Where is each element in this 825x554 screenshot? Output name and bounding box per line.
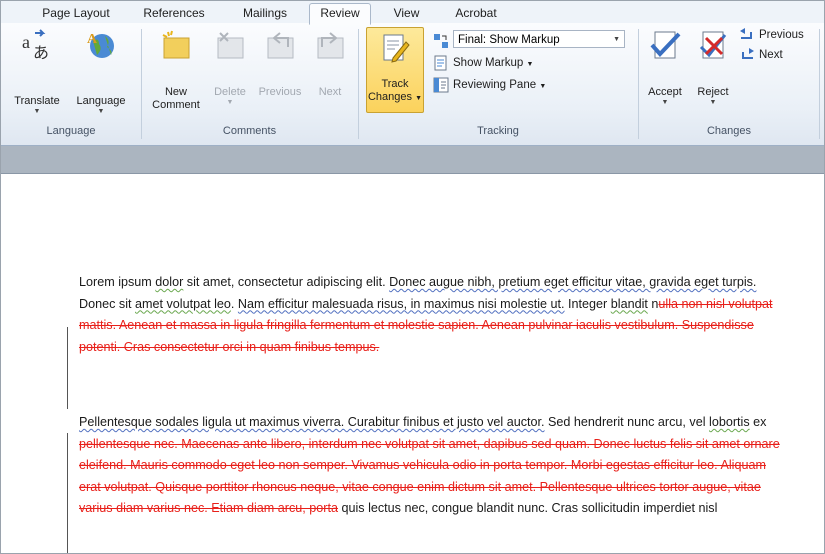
next-change-button[interactable]: Next: [739, 45, 783, 65]
new-comment-label-1: New: [164, 86, 187, 98]
display-for-review-select[interactable]: Final: Show Markup ▼: [453, 30, 625, 48]
text-run: Integer: [564, 296, 611, 311]
dropdown-arrow-icon: ▼: [33, 108, 41, 115]
track-changes-label-2-text: Changes: [367, 91, 413, 103]
tab-acrobat[interactable]: Acrobat: [441, 4, 511, 23]
track-changes-label-2: Changes ▼: [367, 91, 423, 105]
accept-check-icon: [649, 29, 681, 61]
reject-label: Reject: [697, 86, 729, 98]
next-comment-icon: [314, 29, 346, 61]
dropdown-arrow-icon: ▼: [226, 99, 234, 106]
display-for-review-icon: [433, 33, 449, 49]
text-run: dolor: [155, 275, 184, 289]
svg-text:A: A: [87, 32, 98, 47]
accept-label: Accept: [648, 86, 682, 98]
comments-group-label: Comments: [222, 125, 277, 137]
paragraph-1: Lorem ipsum dolor sit amet, consectetur …: [79, 272, 789, 358]
next-change-label: Next: [759, 49, 783, 61]
tracking-group-label: Tracking: [477, 125, 519, 137]
previous-change-button[interactable]: Previous: [739, 25, 804, 45]
new-comment-button[interactable]: New Comment: [150, 29, 202, 112]
track-changes-label-1: Track: [381, 78, 409, 90]
language-label: Language: [76, 95, 126, 107]
previous-change-label: Previous: [759, 29, 804, 41]
text-run: blandit: [610, 296, 648, 311]
track-changes-icon: [379, 32, 411, 64]
translate-icon: a あ: [21, 29, 53, 62]
reviewing-pane-label: Reviewing Pane: [453, 79, 537, 91]
text-run: Donec sit: [79, 296, 135, 311]
paragraph-2: Pellentesque sodales ligula ut maximus v…: [79, 412, 789, 520]
group-separator: [819, 29, 820, 139]
tab-review[interactable]: Review: [309, 3, 371, 25]
svg-text:a: a: [22, 32, 30, 52]
document-page[interactable]: Lorem ipsum dolor sit amet, consectetur …: [1, 173, 824, 553]
text-run: n: [647, 296, 659, 311]
changes-group-label: Changes: [706, 125, 752, 137]
next-comment-label: Next: [318, 86, 342, 98]
new-comment-label-2: Comment: [152, 99, 200, 111]
text-run: sit amet, consectetur adipiscing elit.: [183, 275, 390, 289]
tab-references[interactable]: References: [129, 4, 219, 23]
dropdown-arrow-icon: ▼: [661, 99, 669, 106]
show-markup-label: Show Markup: [453, 57, 524, 69]
language-globe-icon: A: [85, 29, 117, 61]
changes-group: Accept ▼ Reject ▼ Previous Next Changes: [639, 23, 819, 145]
text-run: Lorem ipsum: [79, 275, 156, 289]
change-bar: [67, 327, 68, 409]
reject-button[interactable]: Reject ▼: [691, 29, 735, 107]
show-markup-icon: [433, 55, 449, 71]
text-run: Donec augue nibh, pretium eget efficitur…: [389, 275, 757, 289]
text-run: quis lectus nec, congue blandit nunc. Cr…: [337, 501, 718, 515]
text-run: .: [230, 296, 238, 311]
text-run: Pellentesque sodales ligula ut maximus v…: [79, 415, 545, 429]
dropdown-arrow-icon: ▼: [526, 61, 534, 68]
dropdown-arrow-icon: ▼: [709, 99, 717, 106]
previous-comment-label: Previous: [258, 86, 302, 98]
display-for-review-row: [433, 31, 453, 51]
tab-view[interactable]: View: [384, 4, 429, 23]
dropdown-arrow-icon: ▼: [415, 95, 423, 102]
tab-page-layout[interactable]: Page Layout: [31, 4, 121, 23]
display-for-review-value: Final: Show Markup: [458, 34, 560, 46]
tab-mailings[interactable]: Mailings: [226, 4, 304, 23]
text-run: amet volutpat leo: [135, 296, 231, 311]
delete-label: Delete: [214, 86, 246, 98]
delete-comment-icon: [214, 29, 246, 61]
language-button[interactable]: A Language ▼: [69, 29, 133, 116]
translate-label: Translate: [14, 95, 60, 107]
reject-x-icon: [697, 29, 729, 61]
accept-button[interactable]: Accept ▼: [643, 29, 687, 107]
word-window: Page Layout References Mailings Review V…: [0, 0, 825, 554]
language-group-label: Language: [46, 125, 96, 137]
language-group: a あ Translate ▼ A Language ▼ Language: [1, 23, 141, 145]
text-run: Sed hendrerit nunc arcu, vel: [544, 415, 710, 429]
svg-text:あ: あ: [33, 43, 49, 61]
change-bar: [67, 433, 68, 553]
comments-group: New Comment Delete ▼ Previous Next Comme…: [142, 23, 357, 145]
reviewing-pane-button[interactable]: Reviewing Pane ▼: [433, 75, 546, 95]
previous-comment-icon: [264, 29, 296, 61]
dropdown-arrow-icon: ▼: [539, 83, 547, 90]
ribbon-review: a あ Translate ▼ A Language ▼ Language Ne…: [1, 23, 824, 146]
show-markup-button[interactable]: Show Markup ▼: [433, 53, 533, 73]
previous-comment-button[interactable]: Previous: [254, 29, 306, 99]
next-comment-button[interactable]: Next: [308, 29, 352, 99]
dropdown-arrow-icon: ▼: [97, 108, 105, 115]
ruler-band: [1, 146, 824, 173]
text-run: Nam efficitur malesuada risus, in maximu…: [237, 296, 565, 311]
new-comment-icon: [160, 29, 192, 61]
chevron-down-icon: ▼: [613, 36, 620, 43]
reviewing-pane-icon: [433, 77, 449, 93]
text-run: lobortis: [709, 415, 750, 429]
next-change-icon: [739, 47, 755, 63]
previous-change-icon: [739, 27, 755, 43]
ribbon-tab-bar: Page Layout References Mailings Review V…: [1, 1, 824, 25]
delete-comment-button[interactable]: Delete ▼: [206, 29, 254, 107]
translate-button[interactable]: a あ Translate ▼: [5, 29, 69, 116]
text-run: ex: [749, 415, 767, 429]
track-changes-button[interactable]: Track Changes ▼: [366, 27, 424, 113]
tracking-group: Track Changes ▼ Final: Show Markup ▼ Sho…: [359, 23, 637, 145]
